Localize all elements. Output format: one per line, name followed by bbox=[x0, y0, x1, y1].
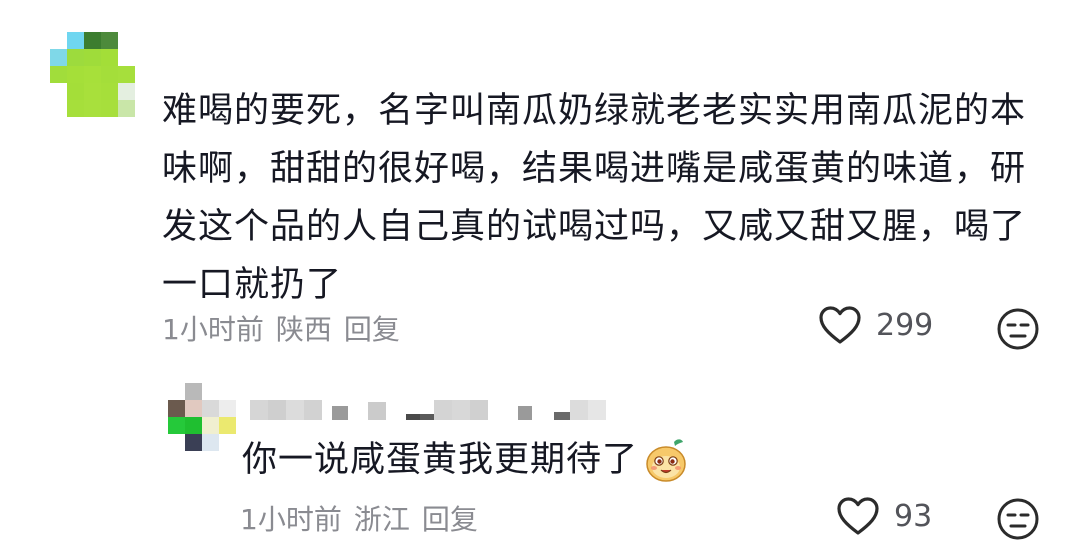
heart-outline-icon bbox=[819, 306, 861, 344]
reply-time: 1小时前 bbox=[240, 503, 342, 536]
like-count: 299 bbox=[876, 307, 934, 343]
commenter-avatar[interactable] bbox=[50, 32, 135, 117]
comment-time: 1小时前 bbox=[162, 313, 264, 346]
heart-outline-icon bbox=[837, 497, 879, 535]
meh-face-icon bbox=[997, 498, 1039, 540]
reply-location: 浙江 bbox=[353, 503, 410, 536]
comment-meta: 1小时前 陕西 回复 bbox=[162, 308, 400, 348]
reply-button[interactable]: 回复 bbox=[344, 308, 400, 348]
reply-meta: 1小时前 浙江 回复 bbox=[240, 498, 478, 538]
reply-like-button[interactable]: 93 bbox=[836, 496, 932, 536]
reply-like-count: 93 bbox=[894, 498, 933, 534]
reply-text: 你一说咸蛋黄我更期待了 bbox=[242, 440, 639, 480]
meh-face-icon bbox=[997, 308, 1039, 350]
like-button[interactable]: 299 bbox=[818, 305, 933, 345]
reply-text-row: 你一说咸蛋黄我更期待了 bbox=[242, 436, 688, 484]
reply-dislike-button[interactable] bbox=[996, 497, 1040, 545]
reply-reply-button[interactable]: 回复 bbox=[422, 498, 478, 538]
dislike-button[interactable] bbox=[996, 307, 1040, 355]
replier-username-redacted[interactable] bbox=[250, 398, 606, 420]
comment-location: 陕西 bbox=[275, 313, 332, 346]
comment-text: 难喝的要死，名字叫南瓜奶绿就老老实实用南瓜泥的本味啊，甜甜的很好喝，结果喝进嘴是… bbox=[162, 91, 1027, 305]
smiling-mascot-emoji bbox=[646, 439, 686, 482]
replier-avatar[interactable] bbox=[168, 383, 236, 451]
